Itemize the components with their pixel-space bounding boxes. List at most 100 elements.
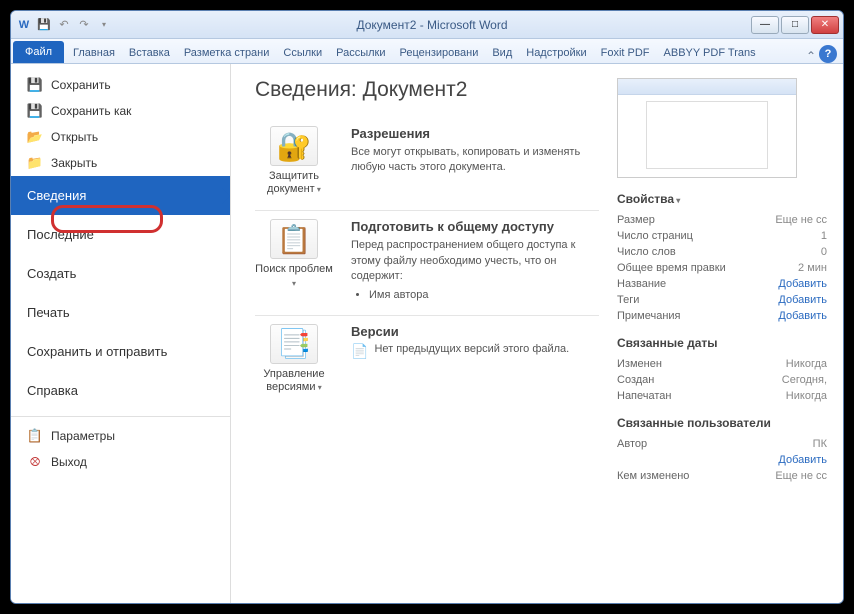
word-icon: W xyxy=(15,16,33,34)
close-button[interactable]: ✕ xyxy=(811,16,839,34)
nav-recent[interactable]: Последние xyxy=(11,215,230,254)
button-label: Защитить документ xyxy=(255,170,333,196)
main-panel: Сведения: Документ2 🔐 Защитить документ … xyxy=(231,64,843,603)
undo-icon[interactable]: ↶ xyxy=(55,16,73,34)
properties-heading[interactable]: Свойства xyxy=(617,192,827,206)
app-window: W 💾 ↶ ↷ ▾ Документ2 - Microsoft Word — □… xyxy=(10,10,844,604)
maximize-button[interactable]: □ xyxy=(781,16,809,34)
left-nav: 💾Сохранить 💾 Сохранить как 📂Открыть 📁Закр… xyxy=(11,64,231,603)
prop-value[interactable]: Добавить xyxy=(778,294,827,306)
prop-value: Сегодня, xyxy=(782,374,827,386)
nav-close[interactable]: 📁Закрыть xyxy=(11,150,230,176)
prop-row-pages: Число страниц1 xyxy=(617,228,827,244)
tab-mailings[interactable]: Рассылки xyxy=(329,43,392,63)
prop-key: Название xyxy=(617,278,778,290)
tab-review[interactable]: Рецензировани xyxy=(393,43,486,63)
nav-save-as[interactable]: 💾 Сохранить как xyxy=(11,98,230,124)
nav-new[interactable]: Создать xyxy=(11,254,230,293)
nav-label: Печать xyxy=(27,305,70,320)
ribbon-tabs: Файл Главная Вставка Разметка страни Ссы… xyxy=(11,39,843,64)
help-icon[interactable]: ? xyxy=(819,45,837,63)
manage-versions-button[interactable]: 📑 Управление версиями xyxy=(255,324,333,394)
tab-insert[interactable]: Вставка xyxy=(122,43,177,63)
prop-row-add-author: Добавить xyxy=(617,452,827,468)
section-heading: Разрешения xyxy=(351,126,599,141)
nav-label: Выход xyxy=(51,455,87,469)
prop-value[interactable]: Добавить xyxy=(778,278,827,290)
nav-share[interactable]: Сохранить и отправить xyxy=(11,332,230,371)
prop-key: Теги xyxy=(617,294,778,306)
nav-label: Создать xyxy=(27,266,76,281)
prop-value: 0 xyxy=(821,246,827,258)
section-prepare: 📋 Поиск проблем Подготовить к общему дос… xyxy=(255,211,599,315)
backstage: 💾Сохранить 💾 Сохранить как 📂Открыть 📁Закр… xyxy=(11,64,843,603)
check-issues-button[interactable]: 📋 Поиск проблем xyxy=(255,219,333,300)
prop-row-modified-by: Кем измененоЕще не сс xyxy=(617,468,827,484)
tab-home[interactable]: Главная xyxy=(66,43,122,63)
list-item: Имя автора xyxy=(369,289,599,301)
prop-row-created: СозданСегодня, xyxy=(617,372,827,388)
section-desc: Перед распространением общего доступа к … xyxy=(351,238,599,284)
section-permissions: 🔐 Защитить документ Разрешения Все могут… xyxy=(255,118,599,211)
tab-abbyy[interactable]: ABBYY PDF Trans xyxy=(657,43,763,63)
tab-layout[interactable]: Разметка страни xyxy=(177,43,277,63)
prop-row-title: НазваниеДобавить xyxy=(617,276,827,292)
nav-label: Сведения xyxy=(27,188,86,203)
tab-references[interactable]: Ссылки xyxy=(276,43,329,63)
redo-icon[interactable]: ↷ xyxy=(75,16,93,34)
nav-exit[interactable]: ⮾ Выход xyxy=(11,449,230,475)
saveas-icon: 💾 xyxy=(27,103,43,119)
document-thumbnail[interactable] xyxy=(617,78,797,178)
prop-key: Изменен xyxy=(617,358,786,370)
prop-key: Примечания xyxy=(617,310,778,322)
folder-open-icon: 📂 xyxy=(27,129,43,145)
tab-foxit[interactable]: Foxit PDF xyxy=(594,43,657,63)
protect-document-button[interactable]: 🔐 Защитить документ xyxy=(255,126,333,196)
nav-save[interactable]: 💾Сохранить xyxy=(11,72,230,98)
prop-key: Кем изменено xyxy=(617,470,775,482)
center-column: Сведения: Документ2 🔐 Защитить документ … xyxy=(255,78,599,589)
qat-dropdown-icon[interactable]: ▾ xyxy=(95,16,113,34)
thumbnail-ribbon xyxy=(618,79,796,95)
nav-open[interactable]: 📂Открыть xyxy=(11,124,230,150)
nav-help[interactable]: Справка xyxy=(11,371,230,410)
page-title: Сведения: Документ2 xyxy=(255,78,599,102)
document-icon: 📄 xyxy=(351,343,368,360)
prop-value[interactable]: Добавить xyxy=(778,310,827,322)
properties-panel: Свойства РазмерЕще не сс Число страниц1 … xyxy=(617,78,827,589)
section-heading: Версии xyxy=(351,324,599,339)
prop-row-words: Число слов0 xyxy=(617,244,827,260)
titlebar: W 💾 ↶ ↷ ▾ Документ2 - Microsoft Word — □… xyxy=(11,11,843,39)
nav-options[interactable]: 📋Параметры xyxy=(11,423,230,449)
tab-file[interactable]: Файл xyxy=(13,41,64,63)
lock-icon: 🔐 xyxy=(270,126,318,166)
prop-key xyxy=(617,454,778,466)
quick-access-toolbar: W 💾 ↶ ↷ ▾ xyxy=(15,16,113,34)
prop-value: ПК xyxy=(813,438,827,450)
nav-label: Сохранить xyxy=(51,78,111,92)
section-desc: Все могут открывать, копировать и изменя… xyxy=(351,145,599,176)
prop-row-author: АвторПК xyxy=(617,436,827,452)
button-label: Управление версиями xyxy=(255,368,333,394)
tab-view[interactable]: Вид xyxy=(485,43,519,63)
prop-value[interactable]: Добавить xyxy=(778,454,827,466)
prop-row-modified: ИзмененНикогда xyxy=(617,356,827,372)
exit-icon: ⮾ xyxy=(27,454,43,470)
section-versions: 📑 Управление версиями Версии 📄 Нет предыд… xyxy=(255,316,599,408)
tab-addins[interactable]: Надстройки xyxy=(519,43,593,63)
prop-value: Еще не сс xyxy=(775,214,827,226)
thumbnail-page xyxy=(646,101,768,169)
ribbon-minimize-icon[interactable]: ⌃ xyxy=(805,49,817,63)
prop-value: Никогда xyxy=(786,390,827,402)
nav-print[interactable]: Печать xyxy=(11,293,230,332)
section-desc: Нет предыдущих версий этого файла. xyxy=(374,343,569,355)
prop-row-tags: ТегиДобавить xyxy=(617,292,827,308)
nav-label: Закрыть xyxy=(51,156,97,170)
prop-value: 2 мин xyxy=(798,262,827,274)
nav-info[interactable]: Сведения xyxy=(11,176,230,215)
section-heading: Подготовить к общему доступу xyxy=(351,219,599,234)
nav-label: Сохранить как xyxy=(51,104,131,118)
minimize-button[interactable]: — xyxy=(751,16,779,34)
prop-key: Автор xyxy=(617,438,813,450)
save-icon[interactable]: 💾 xyxy=(35,16,53,34)
